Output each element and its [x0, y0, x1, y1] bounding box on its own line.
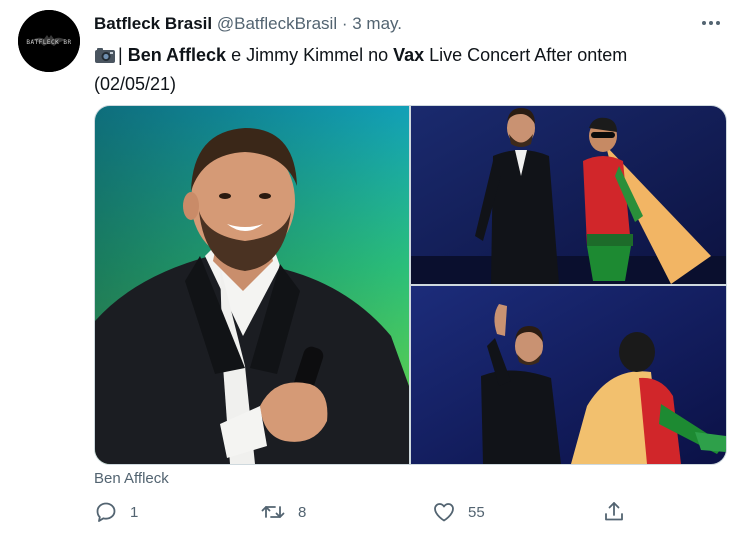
photo-stage-wave[interactable]	[411, 286, 726, 464]
photo-ben-affleck[interactable]	[95, 106, 409, 464]
like-count: 55	[468, 503, 485, 521]
reply-count: 1	[130, 503, 139, 521]
tweet-date[interactable]: 3 may.	[352, 14, 402, 33]
avatar-text: BATFLECK BR	[26, 39, 71, 46]
retweet-button[interactable]: 8	[260, 500, 306, 524]
tweet[interactable]: BATFLECK BR Batfleck Brasil @BatfleckBra…	[0, 0, 744, 540]
retweet-count: 8	[298, 503, 307, 521]
reply-icon[interactable]	[94, 500, 130, 524]
camera-emoji-icon	[94, 45, 116, 71]
media-grid	[94, 105, 727, 465]
like-button[interactable]: 55	[432, 500, 485, 524]
media-caption: Ben Affleck	[94, 470, 169, 487]
more-options-icon[interactable]	[698, 14, 724, 32]
tweet-pipe: |	[118, 45, 123, 65]
share-icon[interactable]	[602, 500, 638, 524]
avatar[interactable]: BATFLECK BR	[18, 10, 80, 72]
tweet-vax: Vax	[393, 45, 425, 65]
author-handle[interactable]: @BatfleckBrasil	[217, 14, 337, 33]
tweet-actions: 1 8 55	[94, 500, 634, 530]
retweet-icon[interactable]	[260, 500, 298, 524]
tweet-header: Batfleck Brasil @BatfleckBrasil · 3 may.	[94, 14, 402, 34]
share-button[interactable]	[602, 500, 638, 524]
tweet-text: | Ben Affleck e Jimmy Kimmel no Vax Live…	[94, 42, 714, 97]
photo-stage-robin[interactable]	[411, 106, 726, 284]
author-name[interactable]: Batfleck Brasil	[94, 14, 212, 33]
heart-icon[interactable]	[432, 500, 468, 524]
tweet-text-mid: e Jimmy Kimmel no	[226, 45, 394, 65]
reply-button[interactable]: 1	[94, 500, 138, 524]
tweet-name-ben: Ben Affleck	[127, 45, 227, 65]
meta-separator: ·	[341, 14, 348, 33]
